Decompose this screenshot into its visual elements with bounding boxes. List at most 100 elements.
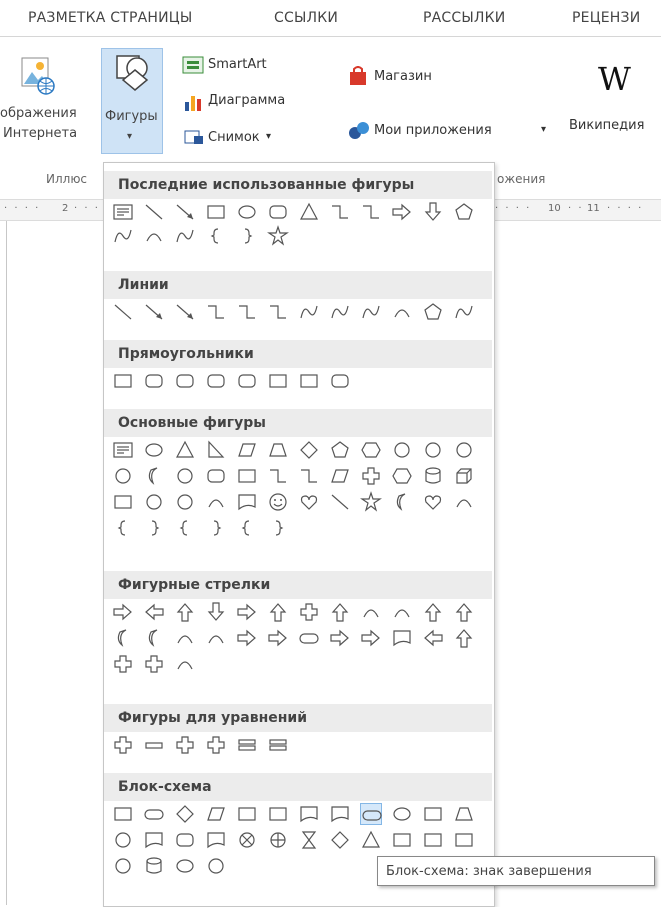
shape-oval-icon[interactable] <box>174 855 196 877</box>
shape-circ-icon[interactable] <box>422 439 444 461</box>
shape-trap-icon[interactable] <box>453 803 475 825</box>
shape-ar_d-icon[interactable] <box>205 601 227 623</box>
shape-rrect-icon[interactable] <box>329 370 351 392</box>
shape-elb-icon[interactable] <box>267 301 289 323</box>
screenshot-button[interactable]: Снимок <box>208 130 260 145</box>
shape-brace-icon[interactable] <box>174 517 196 539</box>
shape-moon-icon[interactable] <box>143 627 165 649</box>
shape-doc-icon[interactable] <box>329 803 351 825</box>
shape-hour-icon[interactable] <box>298 829 320 851</box>
shape-line-icon[interactable] <box>143 201 165 223</box>
tab-references[interactable]: ССЫЛКИ <box>274 10 338 26</box>
shape-elb-icon[interactable] <box>298 465 320 487</box>
shape-moon-icon[interactable] <box>112 627 134 649</box>
shape-heart-icon[interactable] <box>422 491 444 513</box>
shape-arc-icon[interactable] <box>174 653 196 675</box>
shape-pcirc-icon[interactable] <box>267 829 289 851</box>
shape-plus-icon[interactable] <box>112 653 134 675</box>
shape-ar_u-icon[interactable] <box>174 601 196 623</box>
shape-hex-icon[interactable] <box>391 465 413 487</box>
shape-doc-icon[interactable] <box>205 829 227 851</box>
shape-elb-icon[interactable] <box>360 201 382 223</box>
shape-pent-icon[interactable] <box>422 301 444 323</box>
shape-doc-icon[interactable] <box>143 829 165 851</box>
shape-diam-icon[interactable] <box>174 803 196 825</box>
shape-pent-icon[interactable] <box>329 439 351 461</box>
shape-circ-icon[interactable] <box>112 465 134 487</box>
shape-doc-icon[interactable] <box>391 627 413 649</box>
shape-arr-icon[interactable] <box>174 301 196 323</box>
shape-elb-icon[interactable] <box>267 465 289 487</box>
shape-rect-icon[interactable] <box>298 370 320 392</box>
shape-moon-icon[interactable] <box>143 465 165 487</box>
online-pictures-icon[interactable] <box>16 56 58 100</box>
shape-smile-icon[interactable] <box>267 491 289 513</box>
shape-arc-icon[interactable] <box>143 225 165 247</box>
shape-cube-icon[interactable] <box>453 465 475 487</box>
shape-ar_r-icon[interactable] <box>236 601 258 623</box>
shape-minus-icon[interactable] <box>143 734 165 756</box>
shape-plus-icon[interactable] <box>360 465 382 487</box>
shape-brace2-icon[interactable] <box>205 517 227 539</box>
shape-brace-icon[interactable] <box>205 225 227 247</box>
shape-rect-icon[interactable] <box>112 370 134 392</box>
shape-plus-icon[interactable] <box>298 601 320 623</box>
shape-circ-icon[interactable] <box>112 855 134 877</box>
shape-arc-icon[interactable] <box>205 627 227 649</box>
shape-arc-icon[interactable] <box>205 491 227 513</box>
smartart-button[interactable]: SmartArt <box>208 57 267 72</box>
shape-rrect-icon[interactable] <box>236 370 258 392</box>
shape-curv-icon[interactable] <box>453 301 475 323</box>
shape-circ-icon[interactable] <box>112 829 134 851</box>
chart-button[interactable]: Диаграмма <box>208 93 285 108</box>
shape-doc-icon[interactable] <box>298 803 320 825</box>
shape-circ-icon[interactable] <box>174 491 196 513</box>
shape-rtri-icon[interactable] <box>205 439 227 461</box>
shape-rect-icon[interactable] <box>391 829 413 851</box>
shape-term-icon[interactable] <box>143 803 165 825</box>
shape-plus-icon[interactable] <box>174 734 196 756</box>
shape-brace2-icon[interactable] <box>236 225 258 247</box>
shape-cyl-icon[interactable] <box>143 855 165 877</box>
shape-term-icon[interactable] <box>298 627 320 649</box>
shape-circ-icon[interactable] <box>205 855 227 877</box>
shape-ar_d-icon[interactable] <box>422 201 444 223</box>
shape-circ-icon[interactable] <box>453 439 475 461</box>
shape-ar_u-icon[interactable] <box>329 601 351 623</box>
shape-cyl-icon[interactable] <box>422 465 444 487</box>
shape-oval-icon[interactable] <box>391 803 413 825</box>
shape-rect-icon[interactable] <box>205 201 227 223</box>
shape-ar_r-icon[interactable] <box>329 627 351 649</box>
shape-eq-icon[interactable] <box>236 734 258 756</box>
shape-star-icon[interactable] <box>360 491 382 513</box>
wikipedia-button[interactable]: Википедия <box>569 118 644 133</box>
shape-rect-icon[interactable] <box>422 803 444 825</box>
shape-eq-icon[interactable] <box>267 734 289 756</box>
shape-arr-icon[interactable] <box>174 201 196 223</box>
shape-ar_r-icon[interactable] <box>267 627 289 649</box>
shape-moon-icon[interactable] <box>391 491 413 513</box>
shape-arc-icon[interactable] <box>360 601 382 623</box>
shape-ar_u-icon[interactable] <box>267 601 289 623</box>
tab-page-layout[interactable]: РАЗМЕТКА СТРАНИЦЫ <box>28 10 192 26</box>
shape-ar_r-icon[interactable] <box>112 601 134 623</box>
shape-line-icon[interactable] <box>112 301 134 323</box>
shape-ar_u-icon[interactable] <box>422 601 444 623</box>
shape-elb-icon[interactable] <box>329 201 351 223</box>
shape-rrect-icon[interactable] <box>174 829 196 851</box>
shape-plus-icon[interactable] <box>112 734 134 756</box>
shape-star-icon[interactable] <box>267 225 289 247</box>
shape-diam-icon[interactable] <box>329 829 351 851</box>
shape-oval-icon[interactable] <box>143 439 165 461</box>
shape-brace2-icon[interactable] <box>267 517 289 539</box>
tab-mailings[interactable]: РАССЫЛКИ <box>423 10 505 26</box>
shape-plus-icon[interactable] <box>205 734 227 756</box>
shape-rrect-icon[interactable] <box>174 370 196 392</box>
shape-rrect-icon[interactable] <box>267 201 289 223</box>
shape-para-icon[interactable] <box>205 803 227 825</box>
shape-term-icon[interactable] <box>360 803 382 825</box>
shape-trap-icon[interactable] <box>267 439 289 461</box>
shape-txt-icon[interactable] <box>112 439 134 461</box>
shape-rect-icon[interactable] <box>112 803 134 825</box>
shape-rect-icon[interactable] <box>453 829 475 851</box>
